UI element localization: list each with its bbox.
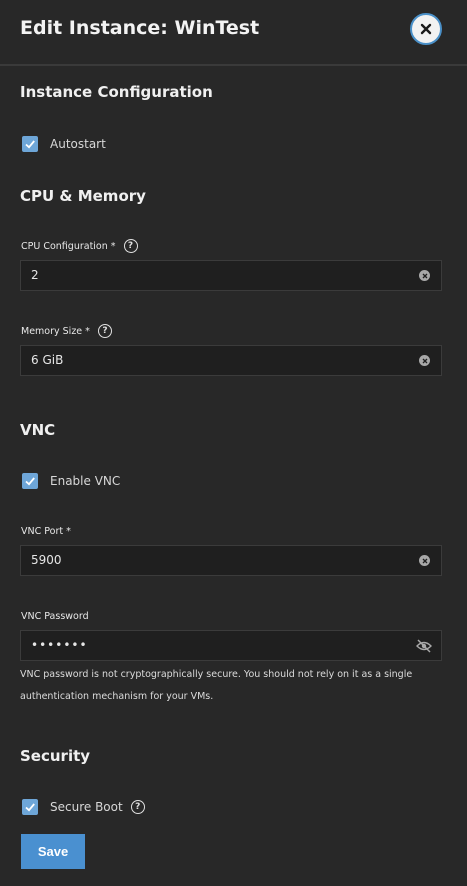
clear-icon[interactable] [419,555,430,566]
vnc-password-value[interactable]: ••••••• [31,638,88,652]
close-icon [420,23,432,35]
enable-vnc-checkbox-row[interactable]: Enable VNC [22,473,120,489]
cpu-configuration-label-text: CPU Configuration * [21,240,116,252]
section-title-instance-configuration: Instance Configuration [20,83,213,101]
check-icon [25,477,35,486]
page-title: Edit Instance: WinTest [20,17,260,39]
cpu-configuration-value[interactable]: 2 [31,268,39,282]
save-button[interactable]: Save [21,834,85,869]
vnc-password-input[interactable]: ••••••• [20,630,442,661]
clear-icon[interactable] [419,270,430,281]
memory-size-label: Memory Size * ? [21,324,112,338]
eye-off-icon[interactable] [416,639,432,653]
vnc-port-label: VNC Port * [21,526,71,537]
autostart-checkbox[interactable] [22,136,38,152]
vnc-port-input[interactable]: 5900 [20,545,442,576]
memory-size-value[interactable]: 6 GiB [31,353,63,367]
secure-boot-checkbox[interactable] [22,799,38,815]
secure-boot-label: Secure Boot [50,800,123,814]
vnc-password-label: VNC Password [21,611,89,622]
autostart-label: Autostart [50,137,106,151]
memory-size-input[interactable]: 6 GiB [20,345,442,376]
secure-boot-checkbox-row[interactable]: Secure Boot ? [22,799,145,815]
section-title-cpu-memory: CPU & Memory [20,187,146,205]
section-title-vnc: VNC [20,421,56,439]
cpu-configuration-input[interactable]: 2 [20,260,442,291]
help-icon[interactable]: ? [97,324,112,338]
enable-vnc-checkbox[interactable] [22,473,38,489]
help-icon[interactable]: ? [123,239,138,253]
dialog-header: Edit Instance: WinTest [0,0,467,66]
cpu-configuration-label: CPU Configuration * ? [21,239,138,253]
help-icon[interactable]: ? [130,800,145,814]
vnc-port-value[interactable]: 5900 [31,553,62,567]
enable-vnc-label: Enable VNC [50,474,121,488]
clear-icon[interactable] [419,355,430,366]
check-icon [25,803,35,812]
close-button[interactable] [410,13,442,45]
vnc-password-hint: VNC password is not cryptographically se… [20,669,413,702]
memory-size-label-text: Memory Size * [21,325,90,337]
autostart-checkbox-row[interactable]: Autostart [22,136,106,152]
section-title-security: Security [20,747,91,765]
check-icon [25,140,35,149]
